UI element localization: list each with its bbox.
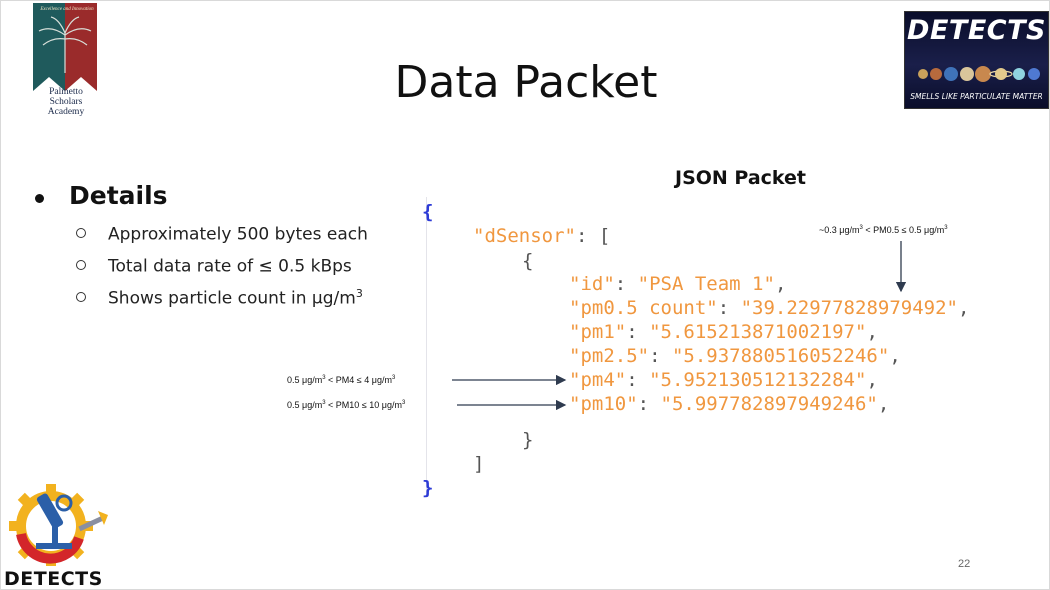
footer-logo-text: DETECTS	[4, 568, 103, 590]
annotation-arrows	[452, 241, 907, 411]
page-number: 22	[958, 558, 971, 570]
gear-microscope-icon	[9, 484, 108, 566]
slide: Excellence and Innovation Palmetto Schol…	[0, 0, 1050, 590]
